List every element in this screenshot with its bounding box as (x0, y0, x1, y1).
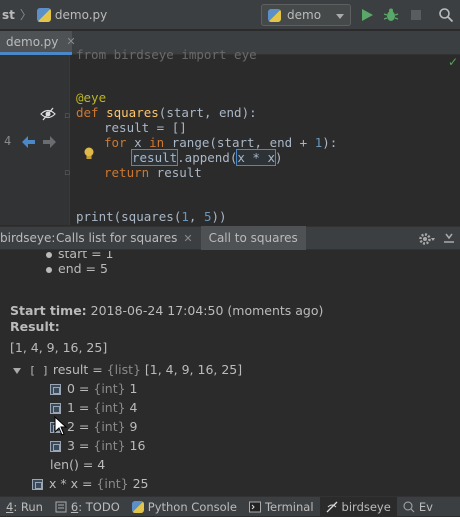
list-icon: [ ] (29, 364, 49, 377)
run-button[interactable] (358, 6, 376, 24)
tree-node-len[interactable]: len() = 4 (50, 456, 105, 474)
terminal-icon (248, 501, 261, 512)
int-type-icon (50, 403, 61, 414)
bullet-icon (46, 251, 52, 258)
python-file-icon (36, 7, 51, 22)
result-label: Result: (10, 319, 60, 334)
stop-button[interactable] (407, 6, 425, 24)
ide-window: st 〉 demo.py demo demo.py ✕ 4 ▫ ▫ from b… (0, 0, 460, 517)
tree-node-item-0[interactable]: 0 = {int} 1 (50, 380, 138, 398)
code-line-result-init: result = [] (104, 120, 187, 135)
hide-panel-icon[interactable] (444, 232, 454, 244)
python-config-icon (268, 8, 281, 22)
breadcrumb-project[interactable]: st (0, 8, 15, 22)
run-icon (362, 9, 373, 21)
tab-calls-list[interactable]: Calls list for squares ✕ (48, 226, 201, 250)
run-configuration-label: demo (287, 8, 322, 22)
editor-tab-demo[interactable]: demo.py ✕ (0, 31, 76, 55)
highlighted-expression-result[interactable]: result (130, 149, 179, 166)
chevron-down-icon (336, 14, 344, 19)
arrow-right-icon[interactable] (42, 136, 56, 148)
debug-button[interactable] (382, 6, 400, 24)
code-line-append: result.append(x * x) (130, 149, 283, 166)
code-line-return: return result (104, 165, 202, 180)
code-line-decorator: @eye (76, 90, 107, 105)
fold-marker-end[interactable]: ▫ (64, 168, 70, 178)
inspection-ok-icon: ✓ (448, 55, 459, 69)
code-line-print: print(squares(1, 5)) (76, 209, 227, 224)
event-log-tool-button[interactable]: Ev (397, 497, 439, 517)
editor-tab-label: demo.py (6, 34, 59, 49)
editor-gutter: 4 ▫ ▫ (0, 55, 94, 225)
breadcrumb-separator: 〉 (19, 8, 32, 22)
call-details: start = 1 end = 5 Start time: 2018-06-24… (0, 251, 460, 496)
code-line-for: for x in range(start, end + 1): (104, 135, 338, 150)
breadcrumb-file[interactable]: demo.py (36, 7, 108, 22)
tab-call-to-squares[interactable]: Call to squares (200, 226, 306, 250)
chevron-down-icon[interactable] (13, 367, 21, 374)
bullet-icon (46, 266, 52, 273)
eye-icon[interactable] (40, 107, 56, 121)
int-type-icon (50, 384, 61, 395)
birdseye-tool-button[interactable]: birdseye (319, 496, 397, 517)
python-console-icon (131, 500, 144, 513)
arrow-left-icon[interactable] (22, 136, 36, 148)
lightbulb-icon[interactable] (83, 147, 95, 161)
python-console-tool-button[interactable]: Python Console (126, 497, 243, 517)
search-icon (439, 8, 454, 23)
bug-icon (383, 8, 399, 21)
code-line-def: def squares(start, end): (76, 105, 257, 120)
todo-tool-button[interactable]: 6: TODO (49, 497, 126, 517)
highlighted-expression-x-times-x[interactable]: x * x (236, 149, 277, 166)
code-editor[interactable]: 4 ▫ ▫ from birdseye import eye @eye def … (0, 47, 460, 225)
result-value: [1, 4, 9, 16, 25] (10, 340, 108, 355)
stop-icon (411, 10, 421, 20)
fold-marker[interactable]: ▫ (64, 111, 70, 121)
tree-node-item-1[interactable]: 1 = {int} 4 (50, 399, 138, 417)
close-icon[interactable]: ✕ (183, 232, 192, 245)
tree-node-item-3[interactable]: 3 = {int} 16 (50, 437, 145, 455)
mouse-pointer-icon (54, 416, 68, 436)
gear-icon[interactable] (418, 231, 436, 247)
event-log-icon (403, 501, 415, 512)
tree-node-result[interactable]: [ ] result = {list} [1, 4, 9, 16, 25] (13, 361, 242, 379)
int-type-icon (32, 479, 43, 490)
main-toolbar: st 〉 demo.py demo (0, 0, 460, 30)
breadcrumb-file-label: demo.py (54, 7, 108, 22)
close-icon[interactable]: ✕ (66, 35, 75, 48)
tool-window-header: birdseye: Calls list for squares ✕ Call … (0, 226, 460, 250)
code-line-import: from birdseye import eye (76, 47, 257, 62)
arg-end-row[interactable]: end = 5 (46, 260, 108, 278)
gutter-line-number: 4 (4, 134, 12, 148)
tool-window-title: birdseye: (0, 231, 56, 245)
eye-icon (326, 501, 338, 512)
int-type-icon (50, 441, 61, 452)
todo-icon (55, 501, 67, 512)
tool-window-bar: 4: Run 6: TODO Python Console Terminal b… (0, 496, 460, 517)
run-tool-button[interactable]: 4: Run (0, 497, 49, 517)
run-configuration-select[interactable]: demo (261, 4, 351, 26)
search-everywhere-button[interactable] (437, 6, 455, 24)
terminal-tool-button[interactable]: Terminal (243, 497, 320, 517)
tree-node-expression[interactable]: x * x = {int} 25 (32, 475, 149, 493)
